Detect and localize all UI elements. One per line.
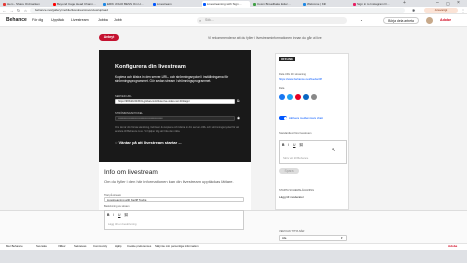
desc-bold-icon[interactable]: B [107, 213, 109, 217]
new-tab-icon[interactable]: + [403, 0, 406, 7]
cursor-icon: ↖ [332, 147, 336, 152]
share-url-link[interactable]: https://www.behance.net/live/kerliff [279, 77, 347, 81]
search-input[interactable]: ⌕ Sök… [197, 17, 347, 24]
footer-terms[interactable]: Villkor [58, 244, 66, 249]
tab-favicon-icon [353, 2, 356, 6]
reload-icon[interactable]: ↻ [16, 8, 21, 13]
chevron-down-icon: ▾ [341, 236, 343, 240]
description-placeholder: Lägg till en beskrivning [108, 222, 137, 226]
bold-icon[interactable]: B [282, 143, 284, 147]
bell-icon[interactable]: ◔ [360, 18, 362, 23]
nav-item-livestream[interactable]: Livestream [71, 14, 89, 27]
recommendation-notice: Vi rekommenderar att du fyller i livestr… [208, 36, 322, 40]
waiting-status: ◌ Väntar på att livestream startar ... [115, 140, 182, 145]
add-moderator-link[interactable]: Lägg till moderator [279, 195, 304, 199]
link-icon[interactable]: ⛓ [299, 143, 303, 147]
footer-community[interactable]: Community [93, 244, 107, 249]
stream-description-label: Beskrivning av stream [104, 205, 130, 208]
minimize-icon[interactable]: – [436, 0, 439, 7]
first-broadcast-hint: Om det är din första sändning, behöver d… [115, 126, 240, 133]
profile-button[interactable]: Ansvarigt [424, 8, 458, 13]
stream-key-label: STRÖMNINGSNYCKEL [115, 112, 143, 115]
linkedin-icon[interactable] [303, 94, 309, 100]
forward-icon[interactable]: → [9, 8, 14, 13]
who-can-watch-label: VEM KAN TITTA NÄR [279, 230, 305, 233]
share-url-label: Dela URL för streaming [279, 73, 307, 76]
who-can-watch-select[interactable]: Alla [279, 235, 347, 241]
facebook-icon[interactable] [279, 94, 285, 100]
offline-badge: OFFLINE [279, 57, 295, 61]
desc-italic-icon[interactable]: I [113, 213, 114, 217]
os-taskbar [0, 250, 467, 263]
footer-more-behance[interactable]: Mer Behance [6, 244, 23, 249]
tab-favicon-icon [53, 2, 56, 6]
config-description: Kopiera och klistra in den server-URL- o… [115, 75, 229, 84]
chat-text-label: Standardtext före livestream [279, 132, 312, 135]
show-key-icon[interactable]: ◉ [237, 116, 240, 121]
chat-text-placeholder: Skriv ett till Behance [283, 156, 309, 160]
underline-icon[interactable]: U [293, 143, 295, 147]
chat-toggle-label: Aktivera medlemmars chatt [289, 116, 323, 120]
footer [0, 243, 467, 250]
footer-privacy[interactable]: Sekretess [74, 244, 86, 249]
footer-cookies[interactable]: Cookie preferences [127, 244, 151, 249]
home-icon[interactable]: ⌂ [23, 8, 28, 13]
schedule-label: STARTA SCHEMALÄGGNING [279, 189, 315, 192]
cancel-button[interactable]: Avbryt [99, 34, 119, 41]
nav-item-for-you[interactable]: För dig [32, 14, 43, 27]
desc-underline-icon[interactable]: U [118, 213, 120, 217]
desc-link-icon[interactable]: ⛓ [124, 213, 128, 217]
maximize-icon[interactable]: ▢ [446, 0, 450, 7]
start-sharing-button[interactable]: Börja dela arbeta [383, 17, 419, 24]
behance-logo[interactable]: Behance [6, 14, 27, 27]
twitter-icon[interactable] [287, 94, 293, 100]
info-subtitle: Om du fyller i den här informationen kan… [104, 179, 234, 184]
tab-favicon-icon [303, 2, 306, 6]
toggle-knob-icon [284, 116, 287, 120]
tab-favicon-icon [153, 2, 156, 6]
italic-icon[interactable]: I [288, 143, 289, 147]
server-url-field[interactable]: https://9b5d2c3b4531.global-contribute.l… [115, 99, 235, 104]
extensions-icon[interactable]: ✱ [412, 8, 417, 13]
footer-language[interactable]: Svenska [36, 244, 47, 249]
tab-favicon-icon [253, 2, 256, 6]
tab-favicon-icon [203, 2, 206, 6]
server-url-label: SERVER-URL [115, 95, 132, 98]
info-title: Info om livestream [104, 169, 158, 176]
nav-item-jobs[interactable]: Jobb [114, 14, 122, 27]
config-title: Konfigurera din livestream [115, 64, 186, 70]
close-window-icon[interactable]: × [457, 0, 460, 7]
adobe-logo[interactable]: Adobe [440, 14, 451, 27]
back-icon[interactable]: ← [2, 8, 7, 13]
browser-tab-strip: Hem - Share Ordmarken Beyond Cage Head C… [0, 0, 467, 7]
avatar[interactable] [426, 17, 433, 24]
pinterest-icon[interactable] [295, 94, 301, 100]
tab-favicon-icon [103, 2, 106, 6]
stream-title-input[interactable]: Livestreaming with Kerliff Touhé [104, 197, 244, 202]
search-icon: ⌕ [199, 18, 202, 23]
nav-item-hire[interactable]: Jobba [98, 14, 108, 27]
email-icon[interactable] [311, 94, 317, 100]
footer-help[interactable]: Hjälp [115, 244, 121, 249]
footer-do-not-sell[interactable]: Sälj inte min personliga information [155, 244, 199, 249]
tab-favicon-icon [3, 2, 6, 6]
nav-item-discover[interactable]: Upptäck [51, 14, 64, 27]
stream-key-field[interactable]: ••••••••••••••••••••••••••••••••••••••••… [115, 116, 235, 121]
save-button[interactable]: Spara [279, 168, 299, 174]
address-bar[interactable]: behance.net/gallery/mobile/livestream/ov… [30, 8, 405, 13]
chat-text-editor[interactable] [279, 140, 347, 164]
menu-icon[interactable]: ⋮ [461, 8, 465, 13]
footer-adobe-logo[interactable]: Adobe [448, 244, 457, 249]
share-heading: Dela [279, 87, 285, 90]
copy-icon[interactable]: ⧉ [237, 99, 240, 104]
spinner-icon: ◌ [115, 140, 118, 145]
